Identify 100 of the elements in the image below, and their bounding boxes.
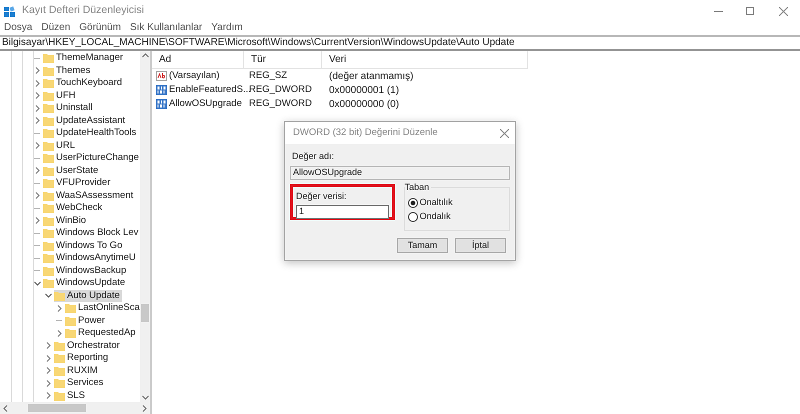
tree-item[interactable]: UFH [43, 90, 78, 102]
folder-icon [43, 66, 54, 76]
folder-icon [43, 190, 54, 201]
tree-item[interactable]: Auto Update [54, 290, 122, 302]
radio-option[interactable]: Ondalık [408, 210, 509, 224]
tree-item[interactable]: WaaSAssessment [43, 190, 136, 202]
tree-item[interactable]: UserState [43, 164, 100, 177]
folder-icon [54, 378, 65, 388]
tree-item[interactable]: RUXIM [54, 364, 100, 377]
table-cell-text: 0x00000000 (0) [328, 98, 400, 112]
tree-item[interactable]: Orchestrator [54, 340, 122, 352]
radio-button[interactable] [408, 212, 418, 222]
tree-item[interactable]: Power [65, 314, 107, 327]
folder-icon [65, 316, 76, 326]
tree-item[interactable]: UserPictureChange [43, 152, 140, 164]
folder-icon [54, 353, 65, 364]
scrollbar-thumb[interactable] [141, 304, 149, 322]
tree-item[interactable]: LastOnlineSca [65, 302, 140, 314]
tree-item[interactable]: WindowsUpdate [43, 277, 128, 290]
scroll-up-icon[interactable] [142, 53, 148, 58]
dialog-button[interactable]: Tamam [397, 238, 448, 252]
dialog-button[interactable]: İptal [455, 238, 506, 252]
folder-icon [43, 116, 54, 126]
tree-item[interactable]: VFUProvider [43, 177, 112, 190]
tree-item[interactable]: SLS [54, 390, 87, 402]
menu-item[interactable]: Yardım [211, 22, 243, 34]
tree-item[interactable]: WinBio [43, 214, 88, 227]
value-data-field[interactable]: 1 [296, 205, 389, 219]
folder-icon [43, 166, 54, 176]
group-label: Taban [404, 182, 432, 192]
tree-item[interactable]: Reporting [54, 352, 110, 364]
folder-icon [43, 128, 54, 138]
field-label: Değer verisi: [296, 190, 348, 203]
scroll-left-icon[interactable] [3, 404, 8, 412]
horizontal-scrollbar[interactable] [0, 402, 150, 414]
maximize-icon [746, 7, 754, 15]
tree-item[interactable]: Windows To Go [43, 240, 124, 252]
vertical-scrollbar[interactable] [140, 51, 150, 402]
tree-item[interactable]: URL [43, 140, 78, 152]
value-name[interactable]: EnableFeaturedS... [169, 82, 251, 98]
tree-item[interactable]: WindowsAnytimeU [43, 252, 138, 264]
tree-item[interactable]: Windows Block Lev [43, 227, 140, 240]
string-value-icon [156, 71, 167, 81]
binary-value-icon [156, 85, 167, 95]
close-icon[interactable] [500, 128, 509, 138]
dialog-title: DWORD (32 bit) Değerini Düzenle [293, 126, 438, 140]
folder-icon [43, 253, 54, 264]
tree-item[interactable]: Themes [43, 64, 92, 77]
address-bar[interactable]: Bilgisayar\HKEY_LOCAL_MACHINE\SOFTWARE\Microsoft\Windows\CurrentVersion\WindowsUpdate\Auto Update [0, 37, 515, 49]
menu-item[interactable]: Görünüm [79, 22, 121, 34]
folder-icon [43, 228, 54, 238]
scrollbar-thumb[interactable] [28, 404, 86, 412]
value-name-field[interactable]: AllowOSUpgrade [290, 166, 510, 180]
table-cell-text: (değer atanmamış) [328, 70, 414, 84]
radio-button[interactable] [408, 198, 418, 208]
tree-item[interactable]: ThemeManager [43, 52, 126, 64]
folder-icon [43, 140, 54, 151]
menu-item[interactable]: Dosya [4, 22, 32, 34]
window-title: Kayıt Defteri Düzenleyicisi [22, 3, 144, 18]
folder-icon [43, 240, 54, 251]
tree-item[interactable]: UpdateHealthTools [43, 127, 138, 140]
minimize-icon [714, 10, 722, 12]
tree-item[interactable]: WebCheck [43, 202, 104, 214]
folder-icon [43, 178, 54, 188]
chevron-icon[interactable] [34, 167, 41, 174]
table-cell-text: REG_SZ [248, 68, 288, 83]
folder-icon [43, 153, 54, 164]
column-header[interactable]: Ad [152, 51, 244, 68]
scroll-right-icon[interactable] [142, 404, 147, 412]
value-name[interactable]: AllowOSUpgrade [169, 96, 242, 112]
tree-item[interactable]: UpdateAssistant [43, 114, 128, 127]
folder-icon [65, 328, 76, 338]
column-header[interactable]: Tür [244, 51, 322, 68]
chevron-icon[interactable] [34, 217, 41, 224]
menu-item[interactable]: Sık Kullanılanlar [130, 22, 202, 34]
folder-icon [43, 216, 54, 226]
folder-icon [54, 340, 65, 351]
value-name[interactable]: (Varsayılan) [169, 68, 220, 84]
folder-icon [43, 90, 54, 101]
folder-icon [54, 290, 65, 301]
folder-icon [43, 266, 54, 276]
folder-icon [54, 366, 65, 376]
table-cell-text: REG_DWORD [248, 96, 313, 111]
chevron-icon[interactable] [34, 192, 41, 200]
column-header[interactable]: Veri [322, 51, 528, 68]
scroll-down-icon[interactable] [142, 395, 148, 400]
table-cell-text: 0x00000001 (1) [328, 84, 400, 98]
app-icon [4, 5, 16, 17]
tree-item[interactable]: Uninstall [43, 102, 94, 114]
tree-item[interactable]: TouchKeyboard [43, 77, 124, 90]
folder-icon [43, 78, 54, 88]
tree-item[interactable]: Services [54, 377, 106, 390]
binary-value-icon [156, 99, 167, 109]
tree-item[interactable]: WindowsBackup [43, 264, 128, 277]
menu-item[interactable]: Düzen [41, 22, 70, 34]
chevron-icon[interactable] [34, 142, 41, 150]
radio-option[interactable]: Onaltılık [408, 196, 509, 210]
folder-icon [43, 278, 54, 288]
tree-item[interactable]: RequestedAp [65, 327, 138, 340]
folder-icon [43, 103, 54, 114]
